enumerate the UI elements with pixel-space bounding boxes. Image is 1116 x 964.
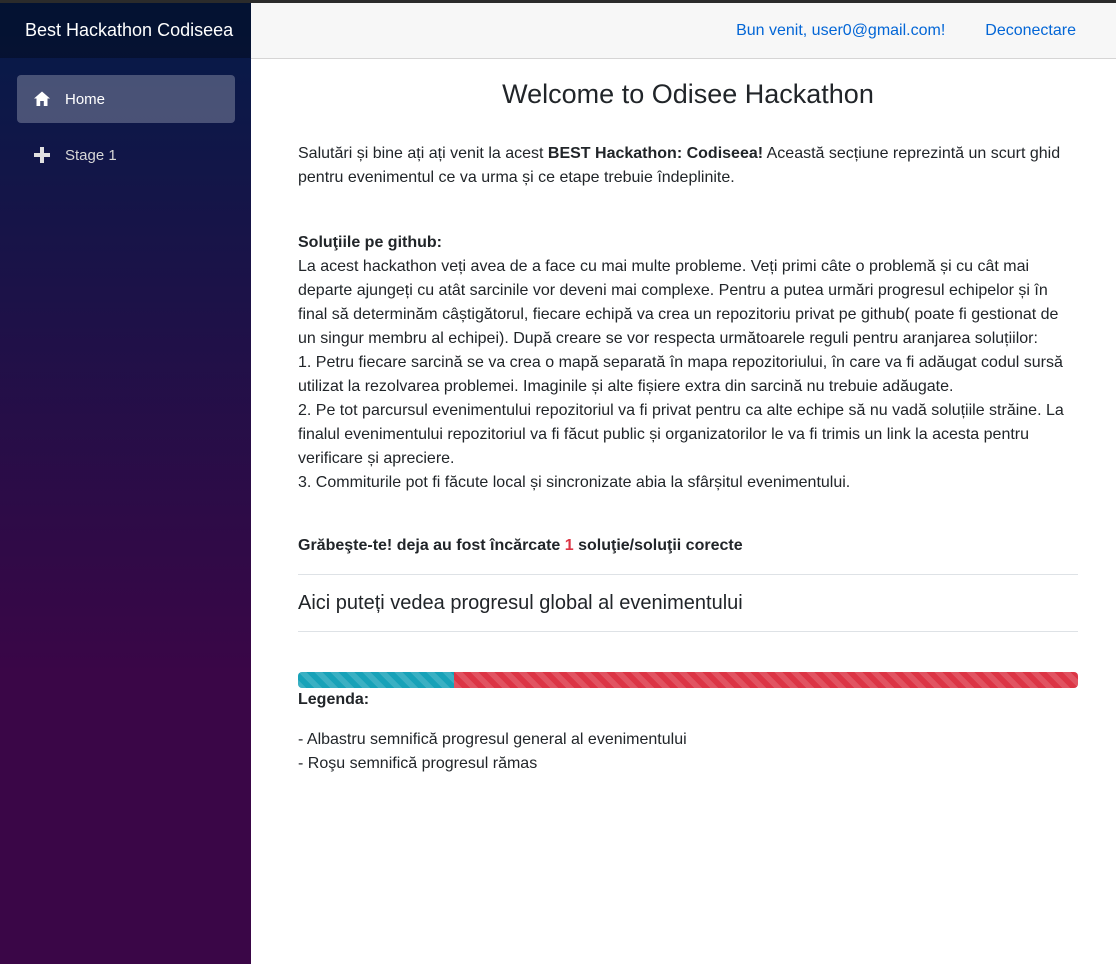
brand-title[interactable]: Best Hackathon Codiseea [25,20,233,41]
solutions-count: 1 [564,537,574,554]
home-icon [33,90,51,108]
legend-item-red: - Roşu semnifică progresul rămas [298,755,538,772]
intro-event-name: BEST Hackathon: Codiseea! [547,145,764,162]
rule-item: 1. Petru fiecare sarcină se va crea o ma… [298,354,1063,395]
sidebar: Best Hackathon Codiseea Home Stage 1 [0,3,251,964]
sidebar-nav: Home Stage 1 [0,58,251,179]
sidebar-item-label: Stage 1 [65,146,117,164]
hurry-text-start: Grăbeşte-te! deja au fost încărcate [298,537,565,554]
github-heading: Soluţiile pe github: [298,234,442,251]
sidebar-item-home[interactable]: Home [17,75,235,123]
rule-item: 2. Pe tot parcursul evenimentului repozi… [298,402,1064,467]
intro-text-start: Salutări și bine ați ați venit la acest [298,145,548,162]
sidebar-item-stage-1[interactable]: Stage 1 [17,131,235,179]
page-title: Welcome to Odisee Hackathon [502,79,874,109]
brand-bar: Best Hackathon Codiseea [0,3,251,58]
top-bar: Bun venit, user0@gmail.com! Deconectare [251,3,1116,59]
intro-paragraph: Salutări și bine ați ați venit la acest … [298,142,1078,190]
github-description: La acest hackathon veți avea de a face c… [298,258,1059,347]
user-welcome-link[interactable]: Bun venit, user0@gmail.com! [736,22,945,40]
progress-completed-segment [298,672,454,688]
global-progress-bar [298,672,1078,688]
legend-item-blue: - Albastru semnifică progresul general a… [298,731,687,748]
divider [298,631,1078,632]
progress-title: Aici puteți vedea progresul global al ev… [298,592,743,614]
github-section: Soluţiile pe github: La acest hackathon … [298,231,1078,495]
logout-link[interactable]: Deconectare [985,22,1076,40]
legend-list: - Albastru semnifică progresul general a… [298,728,687,776]
sidebar-item-label: Home [65,90,106,108]
progress-remaining-segment [454,672,1078,688]
solutions-count-text: Grăbeşte-te! deja au fost încărcate 1 so… [298,534,743,558]
plus-icon [33,146,51,164]
rule-item: 3. Commiturile pot fi făcute local și si… [298,474,851,491]
hurry-text-end: soluţie/soluţii corecte [573,537,743,554]
legend-title: Legenda: [298,691,370,708]
divider [298,574,1078,575]
